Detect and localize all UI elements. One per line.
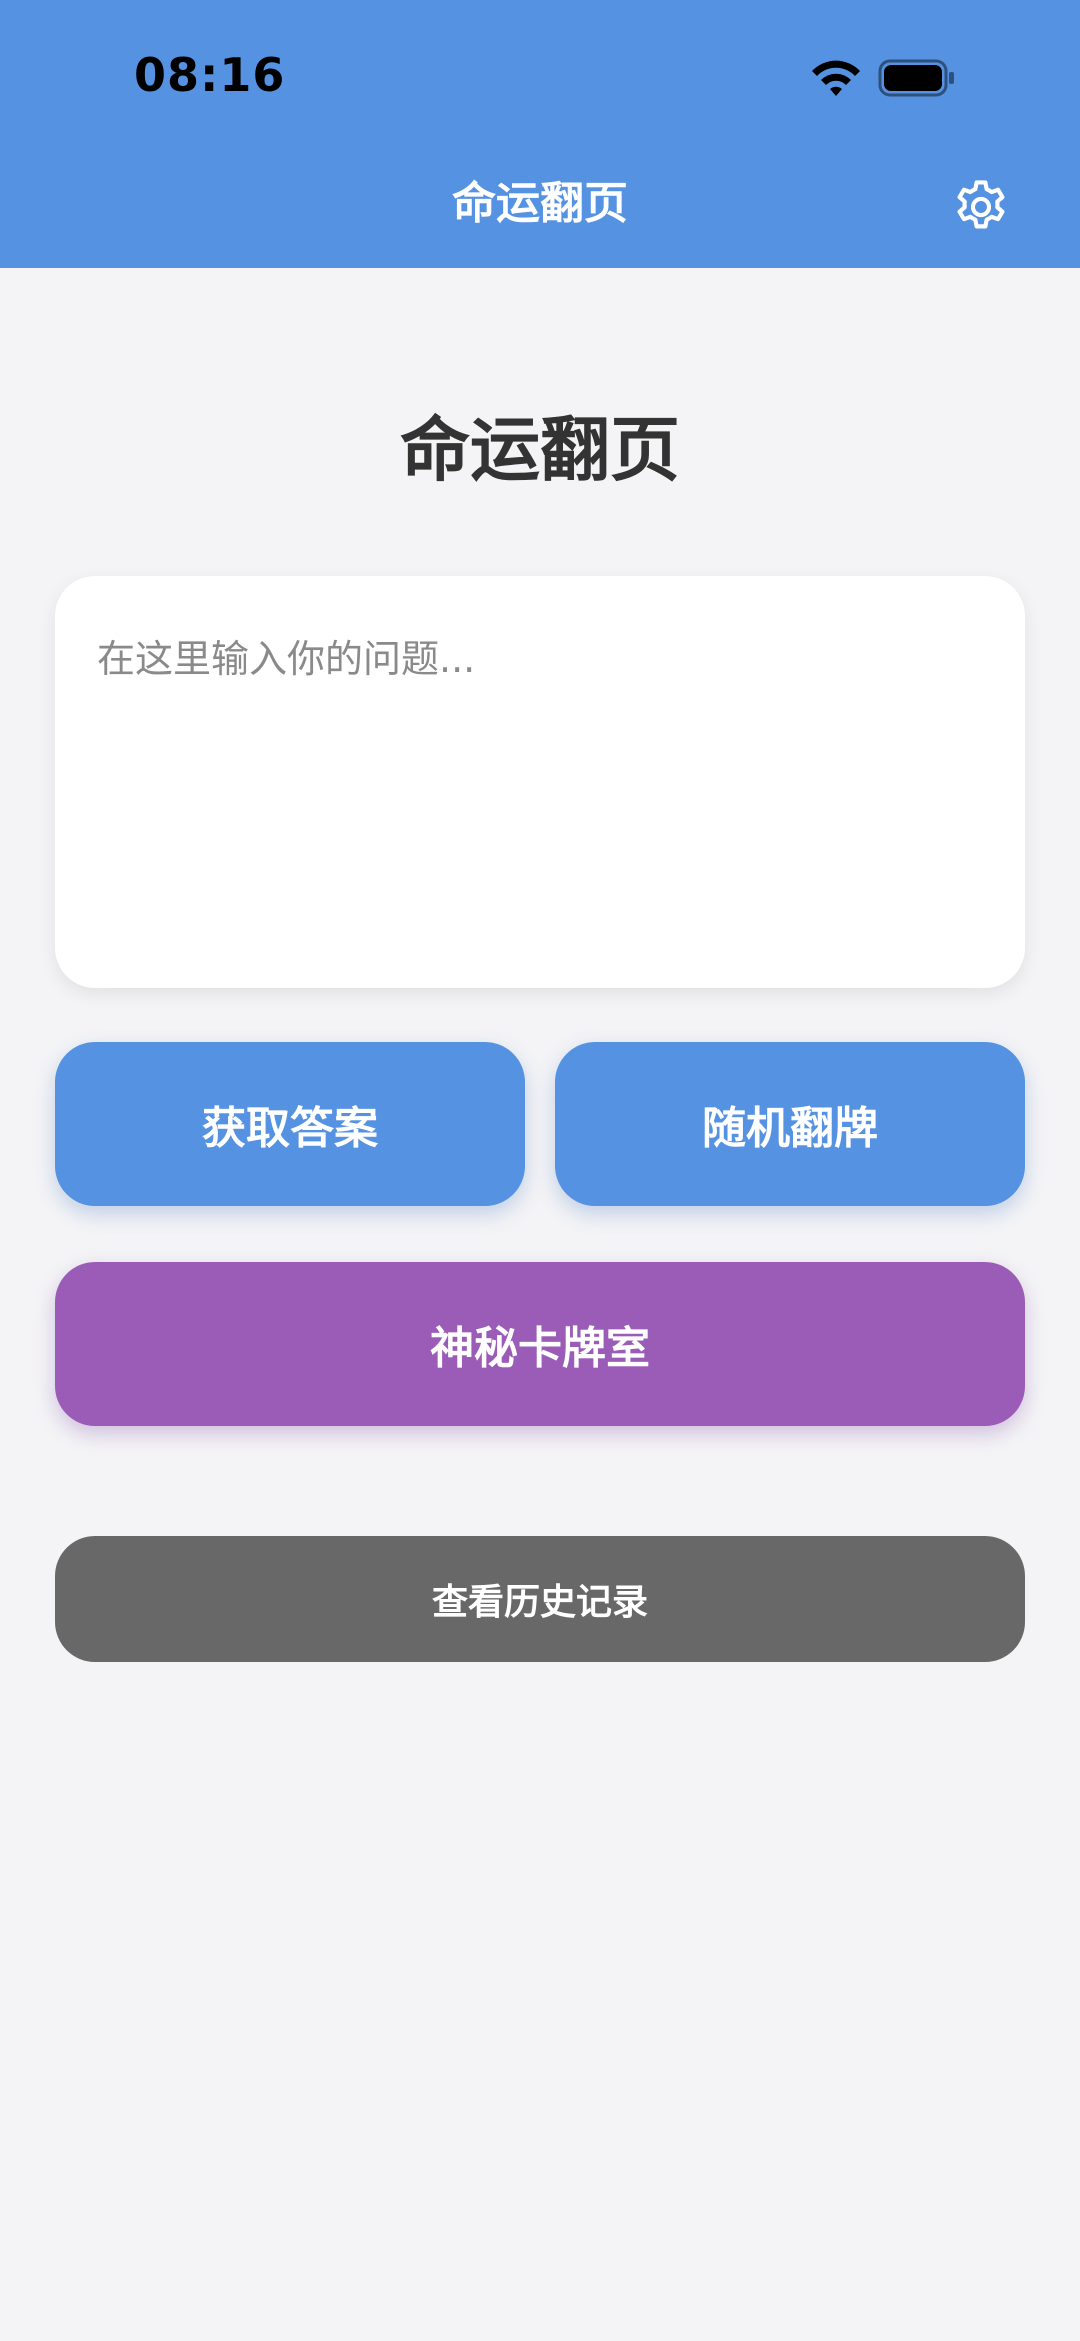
gear-icon[interactable] (950, 176, 1012, 238)
page-title: 命运翻页 (400, 409, 680, 491)
status-time: 08:16 (134, 48, 286, 102)
question-input[interactable] (55, 576, 1025, 988)
mystery-card-room-button[interactable]: 神秘卡牌室 (55, 1262, 1025, 1426)
app-header: 08:16 命运翻页 (0, 0, 1080, 268)
wifi-icon (812, 60, 860, 96)
battery-icon (878, 59, 954, 97)
random-flip-button[interactable]: 随机翻牌 (555, 1042, 1025, 1206)
get-answer-button[interactable]: 获取答案 (55, 1042, 525, 1206)
view-history-button[interactable]: 查看历史记录 (55, 1536, 1025, 1662)
nav-title: 命运翻页 (452, 178, 628, 229)
